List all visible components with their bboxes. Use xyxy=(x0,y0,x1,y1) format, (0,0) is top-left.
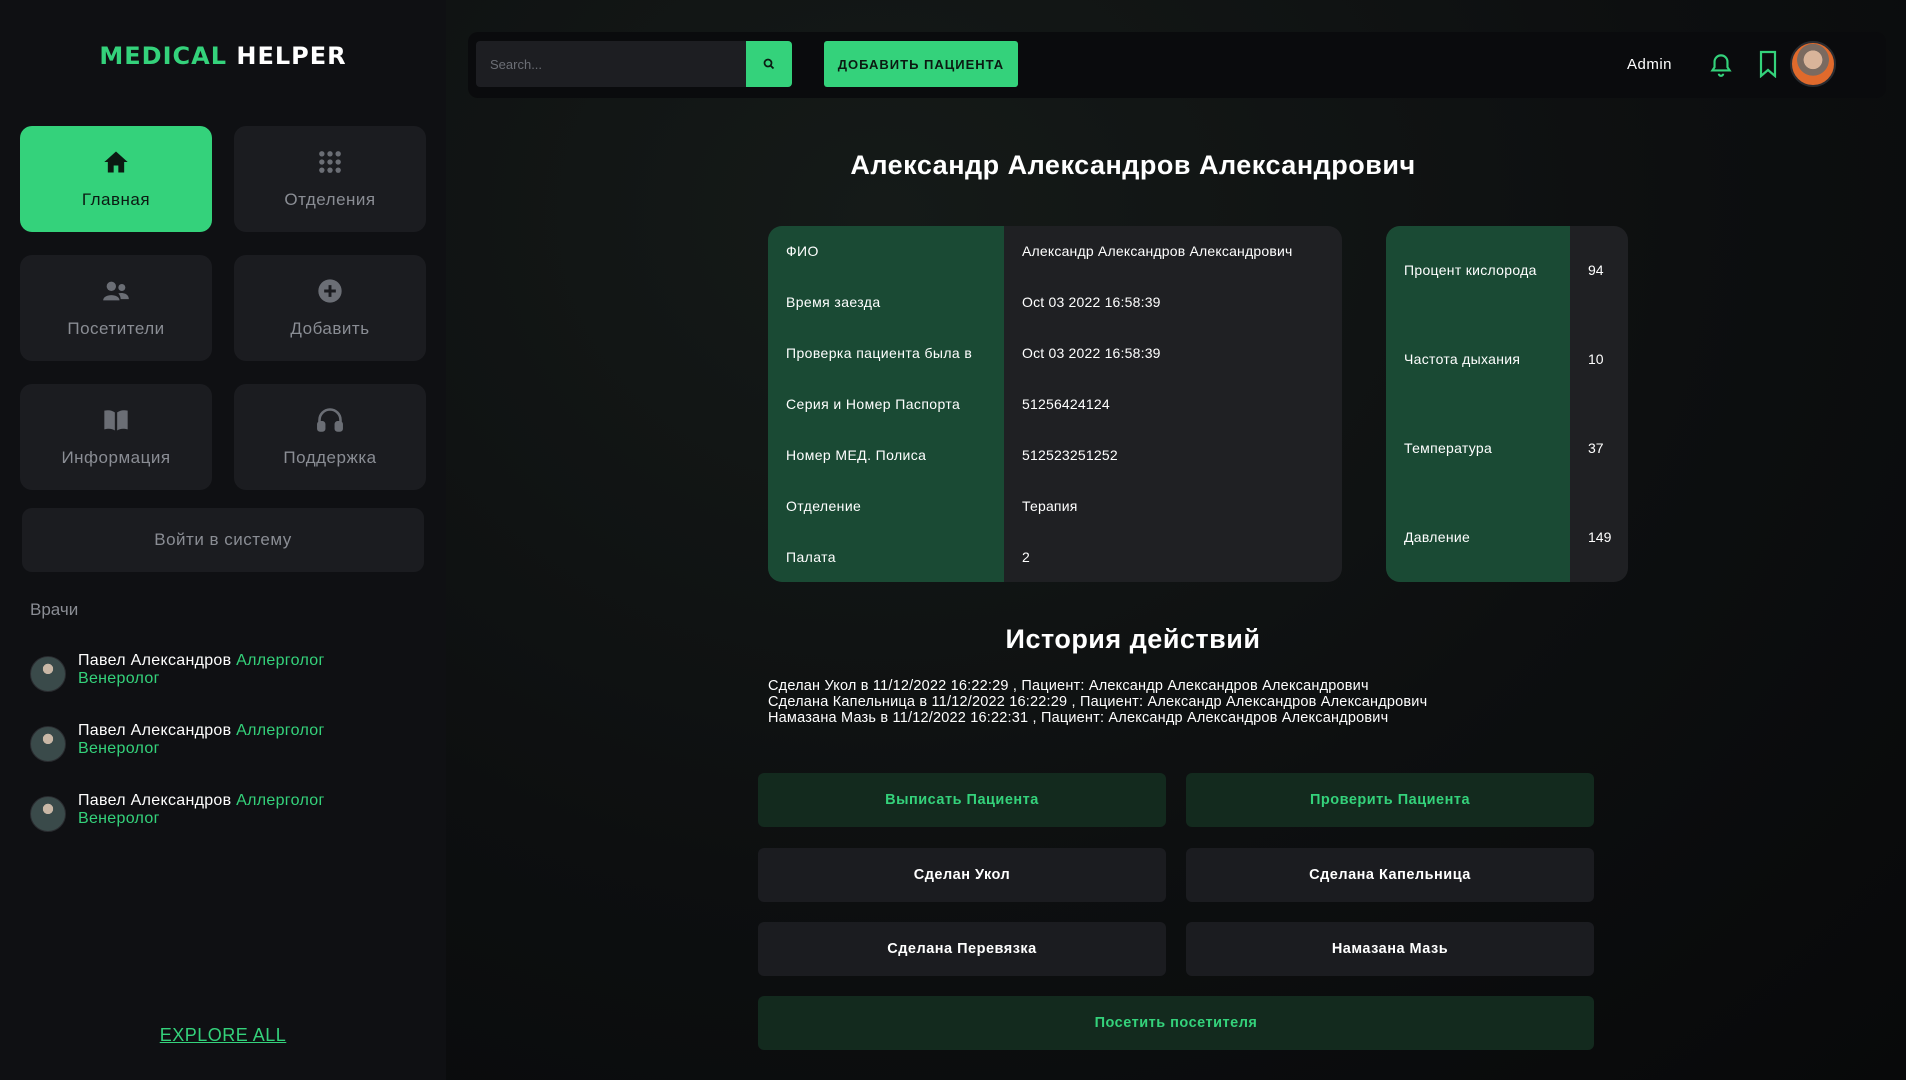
grid-icon xyxy=(319,151,341,173)
discharge-patient-button[interactable]: Выписать Пациента xyxy=(758,773,1166,827)
info-label: Проверка пациента была в xyxy=(786,345,973,361)
nav-tile-label: Отделения xyxy=(284,190,376,209)
info-value: Александр Александров Александрович xyxy=(1022,243,1293,259)
vital-label: Температура xyxy=(1404,440,1493,456)
ointment-done-button[interactable]: Намазана Мазь xyxy=(1186,922,1594,976)
info-value: 512523251252 xyxy=(1022,447,1118,463)
info-label: Номер МЕД. Полиса xyxy=(786,447,927,463)
search-input[interactable] xyxy=(476,41,746,87)
doctor-specialty: Аллерголог xyxy=(236,652,325,669)
vital-value: 94 xyxy=(1588,262,1604,278)
patient-info-card: ФИО Александр Александров Александрович … xyxy=(768,226,1342,582)
sidebar: MEDICAL HELPER Главная Отделения Посетит… xyxy=(0,0,446,1080)
info-value: Oct 03 2022 16:58:39 xyxy=(1022,345,1161,361)
bell-icon[interactable] xyxy=(1708,50,1734,78)
nav-tile-label: Добавить xyxy=(290,319,370,338)
info-label: Серия и Номер Паспорта xyxy=(786,396,961,412)
doctor-avatar xyxy=(30,796,66,832)
doctor-specialty: Венеролог xyxy=(78,670,160,687)
history-entry: Намазана Мазь в 11/12/2022 16:22:31 , Па… xyxy=(768,710,1389,726)
plus-circle-icon xyxy=(318,279,342,303)
doctor-avatar xyxy=(30,656,66,692)
doctor-name: Павел Александров xyxy=(78,792,232,809)
info-value: 2 xyxy=(1022,549,1030,565)
search-button[interactable] xyxy=(746,41,792,87)
admin-username[interactable]: Admin xyxy=(1627,56,1672,73)
app-logo[interactable]: MEDICAL HELPER xyxy=(0,42,446,70)
main-content: ДОБАВИТЬ ПАЦИЕНТА Admin Александр Алекса… xyxy=(446,0,1906,1080)
vital-label: Частота дыхания xyxy=(1404,351,1521,367)
history-title: История действий xyxy=(1005,624,1261,654)
nav-tile-visitors[interactable]: Посетители xyxy=(20,255,212,361)
nav-tile-label: Поддержка xyxy=(283,448,377,467)
vital-label: Давление xyxy=(1404,529,1471,545)
add-patient-button[interactable]: ДОБАВИТЬ ПАЦИЕНТА xyxy=(824,41,1018,87)
drip-done-button[interactable]: Сделана Капельница xyxy=(1186,848,1594,902)
users-icon xyxy=(103,281,129,301)
user-avatar[interactable] xyxy=(1790,41,1836,87)
nav-tile-label: Главная xyxy=(81,190,151,209)
info-label: Палата xyxy=(786,549,836,565)
doctor-name: Павел Александров xyxy=(78,722,232,739)
nav-tile-support[interactable]: Поддержка xyxy=(234,384,426,490)
explore-all-link[interactable]: EXPLORE ALL xyxy=(0,1025,446,1046)
info-value: Терапия xyxy=(1022,498,1078,514)
visit-visitor-button[interactable]: Посетить посетителя xyxy=(758,996,1594,1050)
logo-part-helper: HELPER xyxy=(236,42,347,70)
bookmark-icon[interactable] xyxy=(1756,50,1780,78)
history-entry: Сделана Капельница в 11/12/2022 16:22:29… xyxy=(768,694,1428,710)
info-label: ФИО xyxy=(786,243,819,259)
doctor-specialty: Аллерголог xyxy=(236,792,325,809)
home-icon xyxy=(104,151,128,173)
book-icon xyxy=(104,410,128,431)
doctor-avatar xyxy=(30,726,66,762)
doctor-name: Павел Александров xyxy=(78,652,232,669)
search-icon xyxy=(763,58,775,70)
doctors-section-title: Врачи xyxy=(30,600,79,619)
history-entry: Сделан Укол в 11/12/2022 16:22:29 , Паци… xyxy=(768,678,1369,694)
doctor-specialty: Аллерголог xyxy=(236,722,325,739)
vital-value: 10 xyxy=(1588,351,1604,367)
injection-done-button[interactable]: Сделан Укол xyxy=(758,848,1166,902)
logo-part-medical: MEDICAL xyxy=(99,42,227,70)
nav-tile-info[interactable]: Информация xyxy=(20,384,212,490)
doctor-list-item[interactable]: Павел Александров Аллерголог Венеролог xyxy=(30,652,430,698)
doctor-list-item[interactable]: Павел Александров Аллерголог Венеролог xyxy=(30,792,430,838)
info-label: Отделение xyxy=(786,498,862,514)
bandage-done-button[interactable]: Сделана Перевязка xyxy=(758,922,1166,976)
vital-label: Процент кислорода xyxy=(1404,262,1537,278)
nav-tile-add[interactable]: Добавить xyxy=(234,255,426,361)
top-bar: ДОБАВИТЬ ПАЦИЕНТА Admin xyxy=(468,32,1886,98)
info-value: Oct 03 2022 16:58:39 xyxy=(1022,294,1161,310)
info-label: Время заезда xyxy=(786,294,881,310)
login-button[interactable]: Войти в систему xyxy=(22,508,424,572)
doctor-specialty: Венеролог xyxy=(78,810,160,827)
history-list: Сделан Укол в 11/12/2022 16:22:29 , Паци… xyxy=(768,678,1668,726)
info-value: 51256424124 xyxy=(1022,396,1110,412)
headphones-icon xyxy=(317,408,343,432)
vital-value: 149 xyxy=(1588,529,1612,545)
doctor-specialty: Венеролог xyxy=(78,740,160,757)
check-patient-button[interactable]: Проверить Пациента xyxy=(1186,773,1594,827)
nav-tile-label: Информация xyxy=(61,448,171,467)
nav-tile-home[interactable]: Главная xyxy=(20,126,212,232)
patient-vitals-card: Процент кислорода 94 Частота дыхания 10 … xyxy=(1386,226,1628,582)
nav-tile-departments[interactable]: Отделения xyxy=(234,126,426,232)
doctor-list-item[interactable]: Павел Александров Аллерголог Венеролог xyxy=(30,722,430,768)
patient-name-title: Александр Александров Александрович xyxy=(850,150,1416,180)
nav-tile-label: Посетители xyxy=(67,319,165,338)
vital-value: 37 xyxy=(1588,440,1604,456)
